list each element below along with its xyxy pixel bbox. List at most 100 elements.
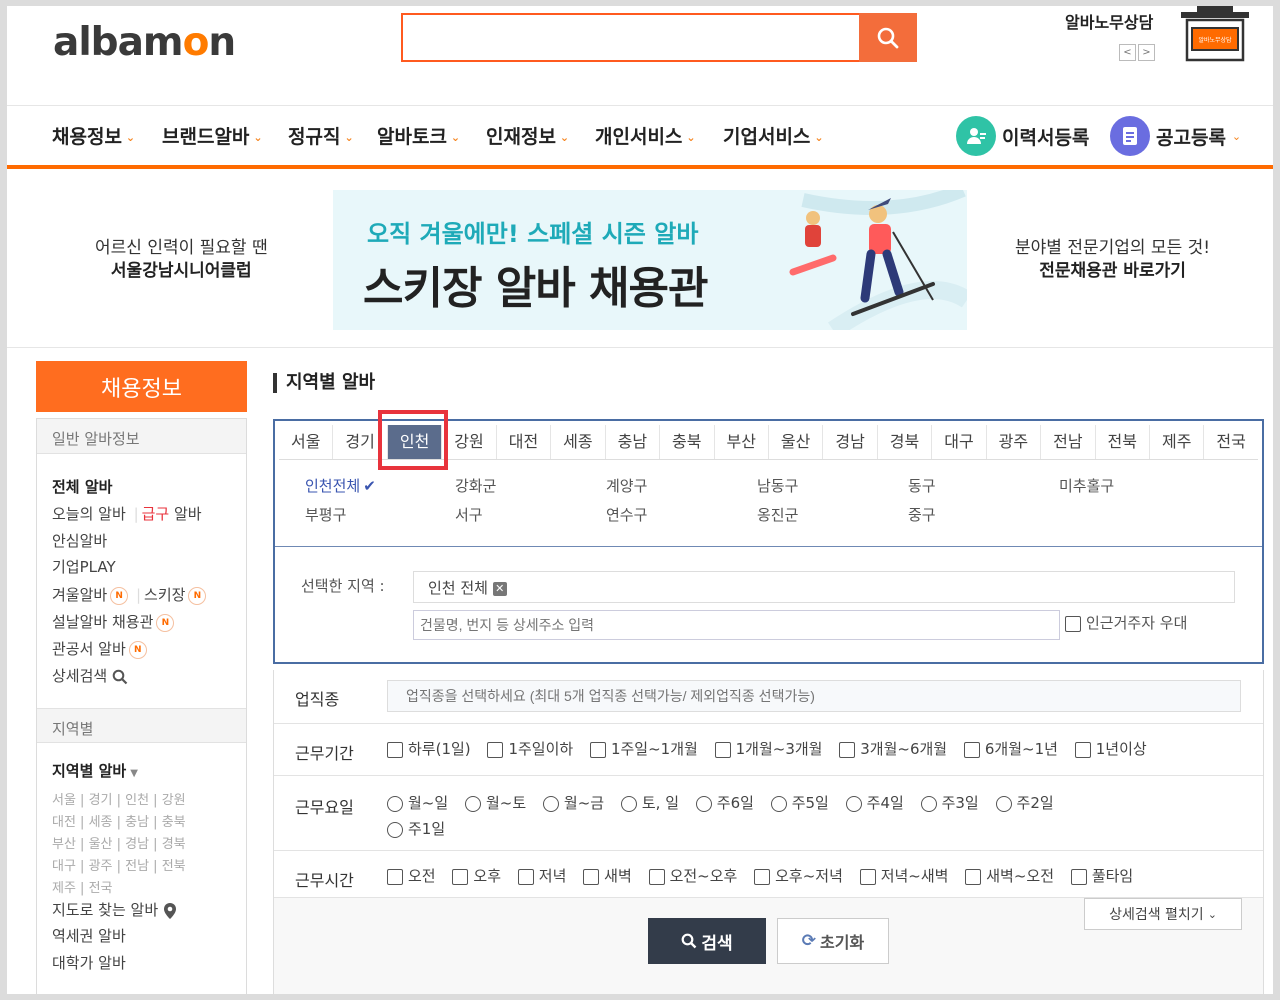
resume-register-button[interactable]: 이력서등록 xyxy=(956,116,1089,156)
days-option[interactable]: 월~금 xyxy=(542,792,604,813)
tab-jeju[interactable]: 제주 xyxy=(1150,425,1205,459)
days-option[interactable]: 월~일 xyxy=(387,792,448,813)
district-ganghwa[interactable]: 강화군 xyxy=(455,475,496,496)
sidebar-item-winter[interactable]: 겨울알바 N | 스키장 N xyxy=(52,584,207,605)
days-option[interactable]: 주3일 xyxy=(920,792,979,813)
period-option[interactable]: 1주일~1개월 xyxy=(589,738,698,759)
tab-seoul[interactable]: 서울 xyxy=(279,425,334,459)
tab-chungbuk[interactable]: 충북 xyxy=(660,425,715,459)
tab-busan[interactable]: 부산 xyxy=(715,425,769,459)
time-option[interactable]: 오전~오후 xyxy=(648,865,737,886)
tab-daegu[interactable]: 대구 xyxy=(932,425,987,459)
days-option[interactable]: 주1일 xyxy=(387,818,445,839)
district-jung[interactable]: 중구 xyxy=(908,504,936,525)
senior-club-banner[interactable]: 어르신 인력이 필요할 땐 서울강남시니어클럽 xyxy=(95,237,268,283)
sidebar-header[interactable]: 채용정보 xyxy=(36,361,247,412)
search-button[interactable] xyxy=(859,13,917,62)
region-links-row[interactable]: 제주 | 전국 xyxy=(52,877,113,896)
time-option[interactable]: 오전 xyxy=(387,865,436,886)
district-gyeyang[interactable]: 계양구 xyxy=(606,475,647,496)
district-incheon-all[interactable]: 인천전체 ✔ xyxy=(305,475,376,496)
tab-daejeon[interactable]: 대전 xyxy=(497,425,552,459)
search-submit-button[interactable]: 검색 xyxy=(648,918,766,964)
albanomu-title[interactable]: 알바노무상담 xyxy=(1065,9,1153,33)
post-register-button[interactable]: 공고등록 ⌄ xyxy=(1110,116,1241,156)
time-option[interactable]: 새벽~오전 xyxy=(965,865,1054,886)
tab-jeonbuk[interactable]: 전북 xyxy=(1096,425,1150,459)
next-arrow-button[interactable]: > xyxy=(1138,44,1155,61)
nav-item-talent[interactable]: 인재정보 ⌄ xyxy=(486,122,569,149)
job-category-input[interactable] xyxy=(387,680,1241,712)
consultation-desk-icon[interactable]: 알바노무상담 xyxy=(1177,6,1253,62)
sidebar-item-region[interactable]: 지역별 알바 ▼ xyxy=(52,760,138,781)
district-seo[interactable]: 서구 xyxy=(455,504,483,525)
sidebar-item-detail-search[interactable]: 상세검색 xyxy=(52,665,128,686)
expert-hiring-banner[interactable]: 분야별 전문기업의 모든 것! 전문채용관 바로가기 xyxy=(1015,237,1210,283)
days-option[interactable]: 토, 일 xyxy=(620,792,679,813)
time-option[interactable]: 풀타임 xyxy=(1070,865,1133,886)
tab-nationwide[interactable]: 전국 xyxy=(1204,425,1257,459)
region-links-row[interactable]: 서울 | 경기 | 인천 | 강원 xyxy=(52,789,186,808)
expand-detail-search-button[interactable]: 상세검색 펼치기 ⌄ xyxy=(1084,898,1242,930)
sidebar-item-seol[interactable]: 설날알바 채용관 N xyxy=(52,611,175,632)
tab-gyeongnam[interactable]: 경남 xyxy=(823,425,878,459)
sidebar-item-play[interactable]: 기업PLAY xyxy=(52,556,116,577)
nearby-resident-checkbox[interactable]: 인근거주자 우대 xyxy=(1065,612,1187,633)
checkbox-icon xyxy=(714,741,731,758)
remove-icon[interactable]: ✕ xyxy=(492,581,507,596)
period-option[interactable]: 1주일이하 xyxy=(487,738,573,759)
period-option[interactable]: 하루(1일) xyxy=(387,738,471,759)
district-dong[interactable]: 동구 xyxy=(908,475,936,496)
tab-chungnam[interactable]: 충남 xyxy=(606,425,661,459)
time-option[interactable]: 저녁~새벽 xyxy=(859,865,948,886)
district-bupyeong[interactable]: 부평구 xyxy=(305,504,346,525)
nav-item-personal[interactable]: 개인서비스 ⌄ xyxy=(595,122,696,149)
address-input[interactable] xyxy=(413,610,1060,640)
sidebar-item-university[interactable]: 대학가 알바 xyxy=(52,952,126,973)
today-label: 오늘의 알바 xyxy=(52,505,126,523)
tab-gwangju[interactable]: 광주 xyxy=(987,425,1042,459)
tab-sejong[interactable]: 세종 xyxy=(551,425,606,459)
tab-gangwon[interactable]: 강원 xyxy=(442,425,497,459)
sidebar-item-map[interactable]: 지도로 찾는 알바 xyxy=(52,899,177,920)
period-option[interactable]: 3개월~6개월 xyxy=(839,738,947,759)
sidebar-item-today[interactable]: 오늘의 알바 | 급구 알바 xyxy=(52,503,202,524)
nav-item-recruit[interactable]: 채용정보 ⌄ xyxy=(52,122,135,149)
district-ongjin[interactable]: 옹진군 xyxy=(757,504,798,525)
days-option[interactable]: 주4일 xyxy=(845,792,904,813)
nav-item-fulltime[interactable]: 정규직 ⌄ xyxy=(288,122,354,149)
tab-ulsan[interactable]: 울산 xyxy=(769,425,824,459)
search-input[interactable] xyxy=(401,13,861,62)
time-option[interactable]: 오후~저녁 xyxy=(754,865,843,886)
reset-button[interactable]: ⟳ 초기화 xyxy=(777,918,889,964)
albamon-logo[interactable]: albamon xyxy=(53,20,236,65)
tab-gyeongbuk[interactable]: 경북 xyxy=(878,425,933,459)
time-option[interactable]: 저녁 xyxy=(517,865,566,886)
ski-banner[interactable]: 오직 겨울에만! 스페셜 시즌 알바 스키장 알바 채용관 xyxy=(333,190,967,330)
period-option[interactable]: 1년이상 xyxy=(1074,738,1147,759)
chevron-down-icon: ⌄ xyxy=(559,131,570,144)
district-yeonsu[interactable]: 연수구 xyxy=(606,504,647,525)
days-option[interactable]: 주5일 xyxy=(770,792,829,813)
days-option[interactable]: 주2일 xyxy=(995,792,1054,813)
region-links-row[interactable]: 대구 | 광주 | 전남 | 전북 xyxy=(52,855,186,874)
sidebar-item-gov[interactable]: 관공서 알바 N xyxy=(52,638,147,659)
time-option[interactable]: 새벽 xyxy=(583,865,632,886)
prev-arrow-button[interactable]: < xyxy=(1119,44,1136,61)
region-links-row[interactable]: 대전 | 세종 | 충남 | 충북 xyxy=(52,811,186,830)
nav-item-albatalk[interactable]: 알바토크 ⌄ xyxy=(377,122,460,149)
time-option[interactable]: 오후 xyxy=(452,865,501,886)
sidebar-item-all[interactable]: 전체 알바 xyxy=(52,476,112,497)
nav-item-brand[interactable]: 브랜드알바 ⌄ xyxy=(162,122,263,149)
period-option[interactable]: 6개월~1년 xyxy=(963,738,1058,759)
sidebar-item-safe[interactable]: 안심알바 xyxy=(52,530,107,551)
district-namdong[interactable]: 남동구 xyxy=(757,475,798,496)
nav-item-business[interactable]: 기업서비스 ⌄ xyxy=(723,122,824,149)
district-michuhol[interactable]: 미추홀구 xyxy=(1059,475,1114,496)
sidebar-item-station[interactable]: 역세권 알바 xyxy=(52,925,126,946)
region-links-row[interactable]: 부산 | 울산 | 경남 | 경북 xyxy=(52,833,186,852)
days-option[interactable]: 주6일 xyxy=(695,792,754,813)
period-option[interactable]: 1개월~3개월 xyxy=(714,738,822,759)
tab-jeonnam[interactable]: 전남 xyxy=(1041,425,1096,459)
days-option[interactable]: 월~토 xyxy=(464,792,526,813)
